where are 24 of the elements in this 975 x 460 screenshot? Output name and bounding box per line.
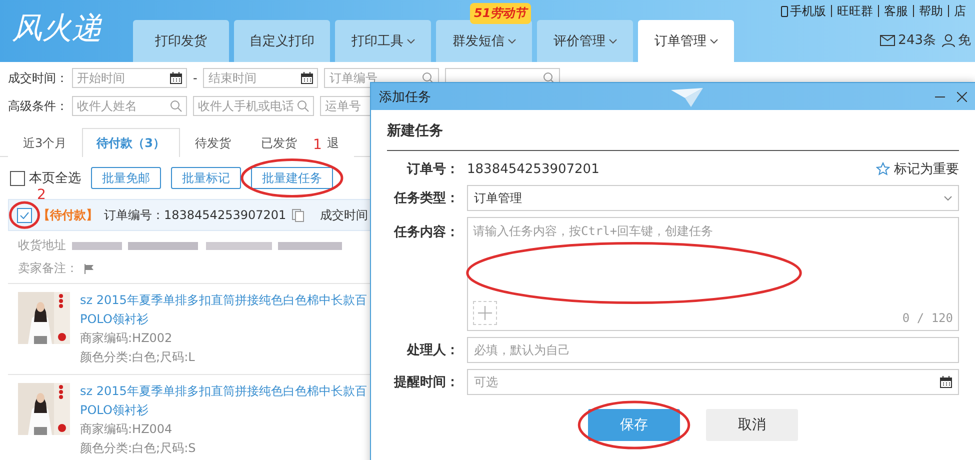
dialog-title: 添加任务 [379, 88, 431, 106]
product-variant: 颜色分类:白色;尺码:S [80, 440, 197, 457]
step-number: 2 [37, 186, 46, 202]
order-number: 订单编号：1838454253907201 [104, 206, 286, 224]
field-label: 任务内容： [392, 224, 459, 241]
order-number-value: 1838454253907201 [467, 162, 600, 176]
step-number: 1 [313, 137, 322, 153]
product-sku: 商家编码:HZ002 [80, 330, 174, 347]
field-label: 任务类型： [392, 190, 459, 207]
remark-label: 卖家备注： [18, 260, 78, 277]
field-label: 提醒时间： [392, 374, 459, 391]
filter-label: 高级条件： [8, 98, 66, 114]
product-variant: 颜色分类:白色;尺码:L [80, 349, 196, 366]
logo: 风火递 [11, 10, 103, 48]
order-status: 【待付款】 [38, 206, 98, 224]
order-time-label: 成交时间 [320, 206, 368, 224]
address-label: 收货地址 [18, 237, 66, 254]
field-label: 订单号： [406, 161, 459, 178]
filter-label: 成交时间： [8, 70, 66, 86]
product-sku: 商家编码:HZ004 [80, 421, 174, 438]
char-counter: 0 / 120 [902, 311, 953, 325]
range-dash: - [193, 71, 198, 85]
dialog-heading: 新建任务 [387, 110, 959, 151]
field-label: 处理人： [406, 342, 459, 359]
